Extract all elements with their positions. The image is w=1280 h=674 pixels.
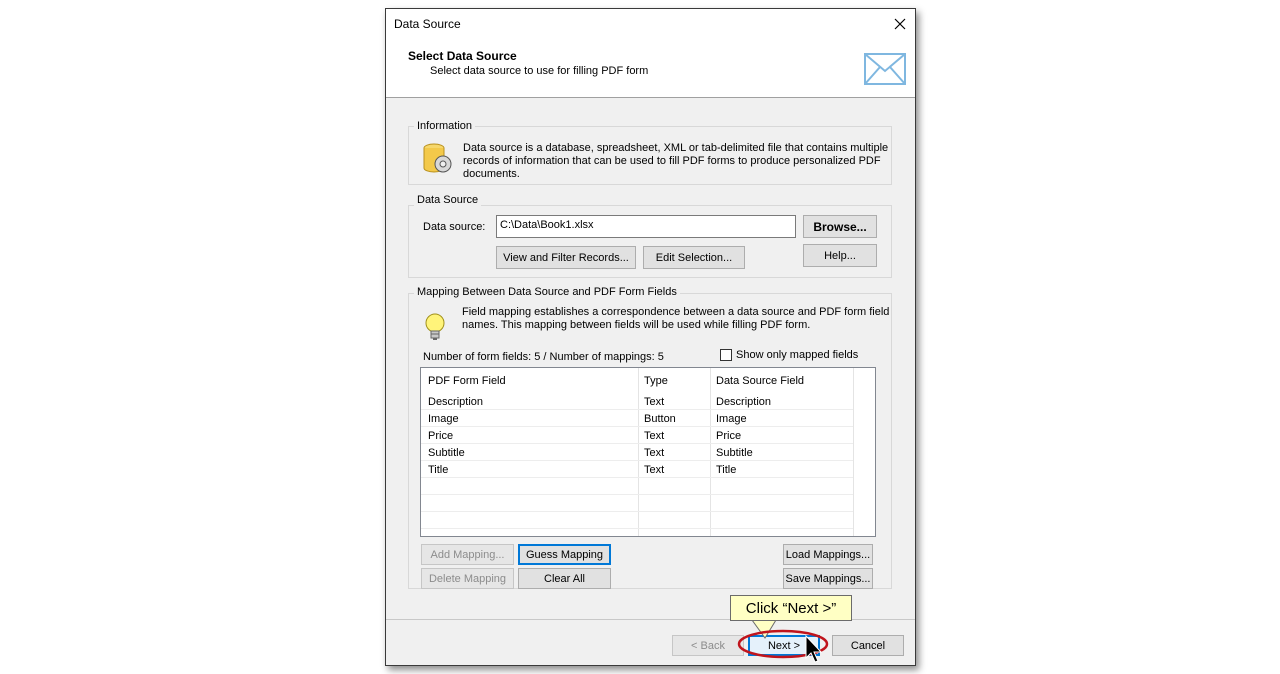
mouse-cursor-icon — [805, 634, 823, 663]
annotation-overlay — [737, 619, 829, 663]
callout-pointer — [751, 619, 777, 639]
instruction-callout: Click “Next >” — [730, 595, 852, 621]
